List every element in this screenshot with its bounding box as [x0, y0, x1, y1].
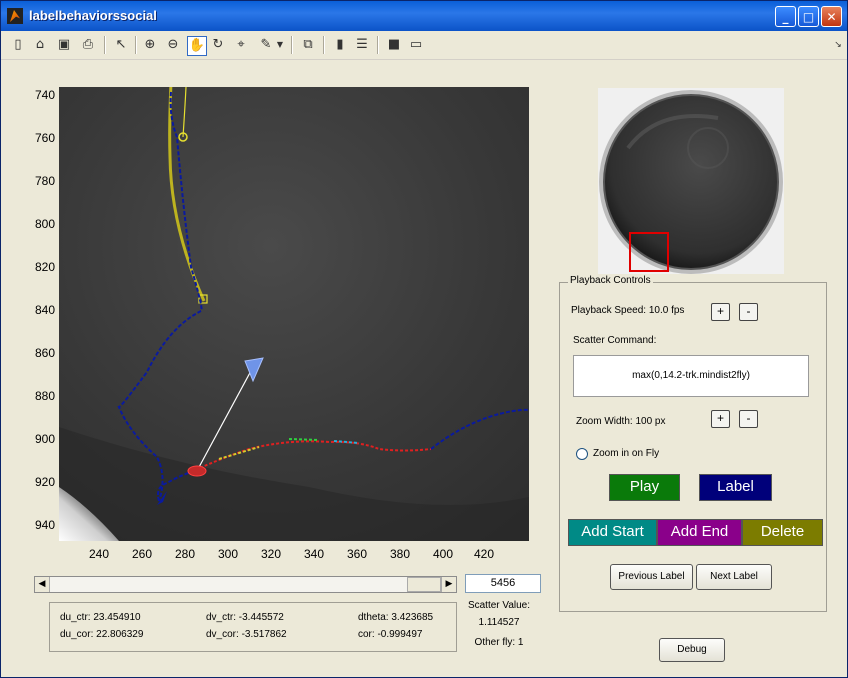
slider-right-arrow-icon[interactable]: ▶: [441, 577, 456, 592]
zoom-on-fly-label: Zoom in on Fly: [593, 448, 660, 459]
frame-number-input[interactable]: 5456: [465, 574, 541, 593]
data-cursor-icon[interactable]: ⌖: [232, 36, 250, 54]
x-tick: 380: [389, 547, 411, 561]
speed-decrease-button[interactable]: -: [739, 303, 758, 321]
figure-toolbar: ▯ ⌂ ▣ ⎙ ↖ ⊕ ⊖ ✋ ↻ ⌖ ✎ ▼ ⧉ ▮ ☰ ■ ▭ ↘: [1, 31, 847, 60]
link-plot-icon[interactable]: ⧉: [299, 36, 317, 54]
y-tick: 760: [34, 131, 55, 145]
frame-slider[interactable]: ◀ ▶: [34, 576, 457, 593]
speed-increase-button[interactable]: +: [711, 303, 730, 321]
pointer-icon[interactable]: ↖: [112, 36, 130, 54]
print-icon[interactable]: ⎙: [79, 36, 97, 54]
scatter-command-label: Scatter Command:: [573, 335, 657, 346]
x-tick: 340: [303, 547, 325, 561]
maximize-button[interactable]: □: [798, 6, 819, 27]
y-tick: 860: [34, 346, 55, 360]
toolbar-overflow-icon[interactable]: ↘: [829, 36, 847, 54]
debug-button[interactable]: Debug: [659, 638, 725, 662]
arena-overview[interactable]: [598, 88, 784, 274]
arena-overview-image: [598, 88, 784, 274]
scatter-command-input[interactable]: max(0,14.2-trk.mindist2fly): [573, 355, 809, 397]
previous-label-button[interactable]: Previous Label: [610, 564, 693, 590]
window-title: labelbehaviorssocial: [29, 8, 157, 23]
trajectory-plot: [59, 87, 529, 541]
y-tick: 780: [34, 174, 55, 188]
x-tick: 420: [473, 547, 495, 561]
close-button[interactable]: ✕: [821, 6, 842, 27]
x-tick: 300: [217, 547, 239, 561]
legend-icon[interactable]: ☰: [353, 36, 371, 54]
stat-dtheta: dtheta: 3.423685: [358, 612, 434, 623]
x-tick: 400: [432, 547, 454, 561]
stat-dv-ctr: dv_ctr: -3.445572: [206, 612, 284, 623]
y-tick: 920: [34, 475, 55, 489]
video-axes[interactable]: [59, 87, 529, 541]
zoom-decrease-button[interactable]: -: [739, 410, 758, 428]
other-fly-marker: [187, 465, 207, 477]
rotate-icon[interactable]: ↻: [209, 36, 227, 54]
zoom-in-icon[interactable]: ⊕: [141, 36, 159, 54]
stat-du-cor: du_cor: 22.806329: [60, 629, 144, 640]
zoom-out-icon[interactable]: ⊖: [164, 36, 182, 54]
y-tick: 840: [34, 303, 55, 317]
scatter-value-label: Scatter Value:: [467, 600, 531, 611]
y-tick: 740: [34, 88, 55, 102]
add-start-button[interactable]: Add Start: [568, 519, 657, 546]
slider-thumb[interactable]: [407, 577, 441, 592]
playback-controls-panel: [559, 282, 827, 612]
brush-icon[interactable]: ✎: [257, 36, 275, 54]
zoom-width-label: Zoom Width: 100 px: [576, 416, 666, 427]
label-button[interactable]: Label: [699, 474, 772, 501]
show-plot-tools-icon[interactable]: ▭: [407, 36, 425, 54]
colorbar-icon[interactable]: ▮: [331, 36, 349, 54]
minimize-button[interactable]: _: [775, 6, 796, 27]
stat-cor: cor: -0.999497: [358, 629, 423, 640]
y-tick: 940: [34, 518, 55, 532]
x-tick: 320: [260, 547, 282, 561]
y-tick: 880: [34, 389, 55, 403]
open-folder-icon[interactable]: ⌂: [31, 36, 49, 54]
x-tick: 240: [88, 547, 110, 561]
y-tick: 900: [34, 432, 55, 446]
add-end-button[interactable]: Add End: [657, 519, 742, 546]
save-icon[interactable]: ▣: [55, 36, 73, 54]
next-label-button[interactable]: Next Label: [696, 564, 772, 590]
dropdown-arrow-icon[interactable]: ▼: [275, 36, 285, 54]
stats-panel: du_ctr: 23.454910 du_cor: 22.806329 dv_c…: [49, 602, 457, 652]
y-tick: 800: [34, 217, 55, 231]
main-window: labelbehaviorssocial _ □ ✕ ▯ ⌂ ▣ ⎙ ↖ ⊕ ⊖…: [0, 0, 848, 678]
delete-button[interactable]: Delete: [742, 519, 823, 546]
stat-dv-cor: dv_cor: -3.517862: [206, 629, 287, 640]
matlab-icon: [7, 8, 23, 24]
hide-plot-tools-icon[interactable]: ■: [385, 36, 403, 54]
pan-hand-icon[interactable]: ✋: [187, 36, 207, 56]
play-button[interactable]: Play: [609, 474, 680, 501]
playback-controls-title: Playback Controls: [568, 275, 653, 286]
stat-du-ctr: du_ctr: 23.454910: [60, 612, 141, 623]
scatter-value: 1.114527: [478, 617, 520, 628]
x-tick: 360: [346, 547, 368, 561]
x-tick: 260: [131, 547, 153, 561]
zoom-increase-button[interactable]: +: [711, 410, 730, 428]
y-tick: 820: [34, 260, 55, 274]
title-bar: labelbehaviorssocial _ □ ✕: [1, 1, 847, 31]
playback-speed-label: Playback Speed: 10.0 fps: [571, 305, 685, 316]
new-file-icon[interactable]: ▯: [9, 36, 27, 54]
other-fly-label: Other fly: 1: [474, 637, 524, 648]
slider-left-arrow-icon[interactable]: ◀: [35, 577, 50, 592]
x-tick: 280: [174, 547, 196, 561]
zoom-on-fly-radio[interactable]: [576, 448, 588, 460]
